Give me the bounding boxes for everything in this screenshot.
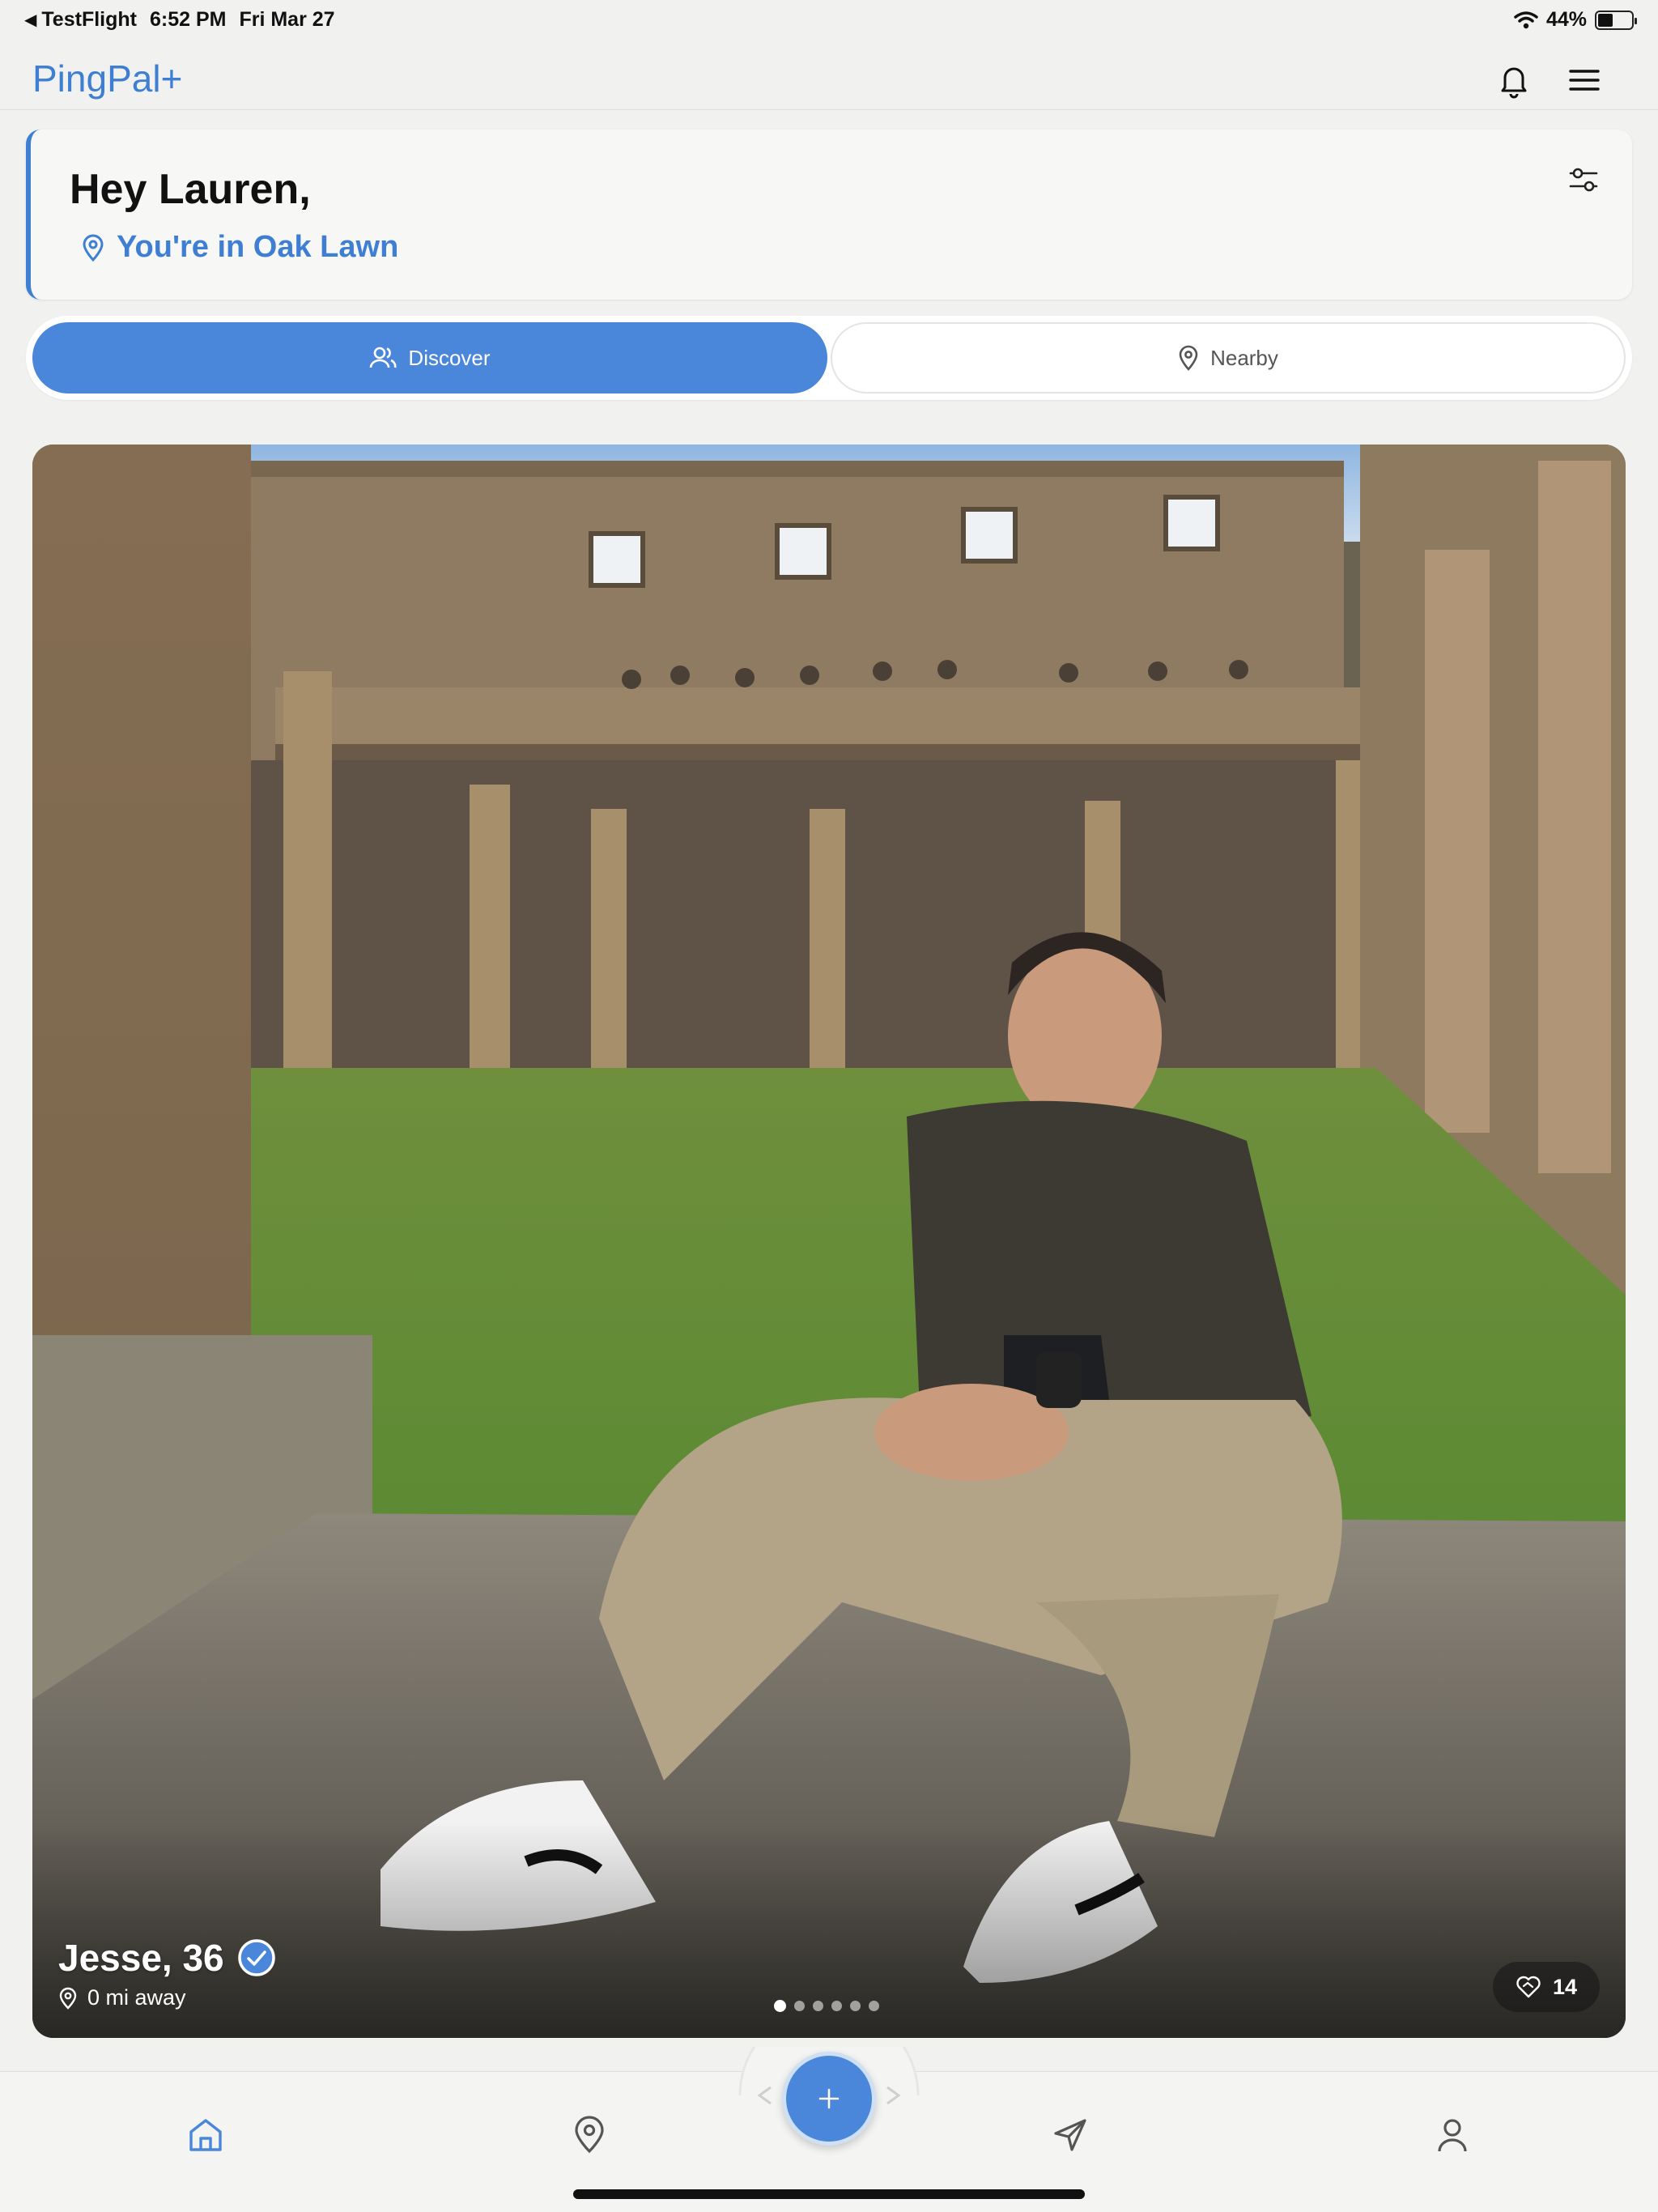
discover-nearby-toggle: Discover Nearby	[26, 316, 1632, 400]
pagination-dot[interactable]	[774, 2000, 786, 2012]
battery-icon	[1595, 10, 1637, 30]
users-icon	[370, 347, 397, 368]
location-label: You're in Oak Lawn	[117, 230, 399, 264]
top-nav-bar: PingPal+	[0, 39, 1658, 110]
verified-badge-icon	[237, 1939, 275, 1976]
battery-fill	[1598, 13, 1613, 27]
app-logo[interactable]: PingPal+	[32, 57, 182, 100]
distance-label: 0 mi away	[87, 1985, 186, 2010]
home-icon[interactable]	[185, 2114, 227, 2156]
greeting-title: Hey Lauren,	[70, 166, 311, 213]
tab-nearby-label: Nearby	[1210, 345, 1278, 370]
back-caret-icon[interactable]: ◀	[24, 10, 36, 30]
pagination-dot[interactable]	[831, 2001, 842, 2011]
create-button[interactable]	[782, 2052, 876, 2146]
map-pin-icon	[83, 234, 104, 262]
tab-discover[interactable]: Discover	[32, 322, 827, 393]
pagination-dot[interactable]	[850, 2001, 861, 2011]
pagination-dot[interactable]	[794, 2001, 805, 2011]
greeting-card: Hey Lauren, You're in Oak Lawn	[26, 130, 1632, 300]
profile-photo[interactable]	[32, 445, 1626, 2038]
photo-pagination[interactable]	[774, 2000, 879, 2012]
map-pin-icon[interactable]	[568, 2114, 610, 2156]
pagination-dot[interactable]	[813, 2001, 823, 2011]
bell-icon[interactable]	[1494, 60, 1534, 100]
plus-icon	[818, 2088, 840, 2109]
status-bar: ◀ TestFlight 6:52 PM Fri Mar 27 44%	[0, 0, 1658, 39]
map-pin-icon	[1179, 345, 1198, 371]
profile-name-age: Jesse, 36	[58, 1937, 224, 1979]
likes-count: 14	[1552, 1974, 1577, 1999]
back-app-label[interactable]: TestFlight	[41, 8, 137, 32]
status-time: 6:52 PM	[149, 8, 227, 31]
profile-icon[interactable]	[1431, 2114, 1473, 2156]
status-date: Fri Mar 27	[239, 8, 335, 31]
send-icon[interactable]	[1049, 2114, 1091, 2156]
profile-card[interactable]: Jesse, 36 0 mi away 14	[32, 445, 1626, 2038]
app-screen: ◀ TestFlight 6:52 PM Fri Mar 27 44% Ping…	[0, 0, 1658, 2212]
map-pin-icon	[59, 1987, 77, 2010]
battery-percent: 44%	[1545, 8, 1587, 31]
tab-discover-label: Discover	[408, 345, 491, 370]
profile-distance: 0 mi away	[58, 1985, 186, 2010]
tab-nearby[interactable]: Nearby	[831, 322, 1626, 393]
likes-badge[interactable]: 14	[1492, 1962, 1600, 2012]
pagination-dot[interactable]	[869, 2001, 879, 2011]
wifi-icon	[1514, 11, 1538, 28]
menu-icon[interactable]	[1564, 60, 1605, 100]
filter-settings-icon[interactable]	[1566, 162, 1601, 198]
current-location[interactable]: You're in Oak Lawn	[81, 230, 398, 265]
home-indicator	[573, 2189, 1085, 2199]
heart-handshake-icon	[1516, 1976, 1541, 1998]
